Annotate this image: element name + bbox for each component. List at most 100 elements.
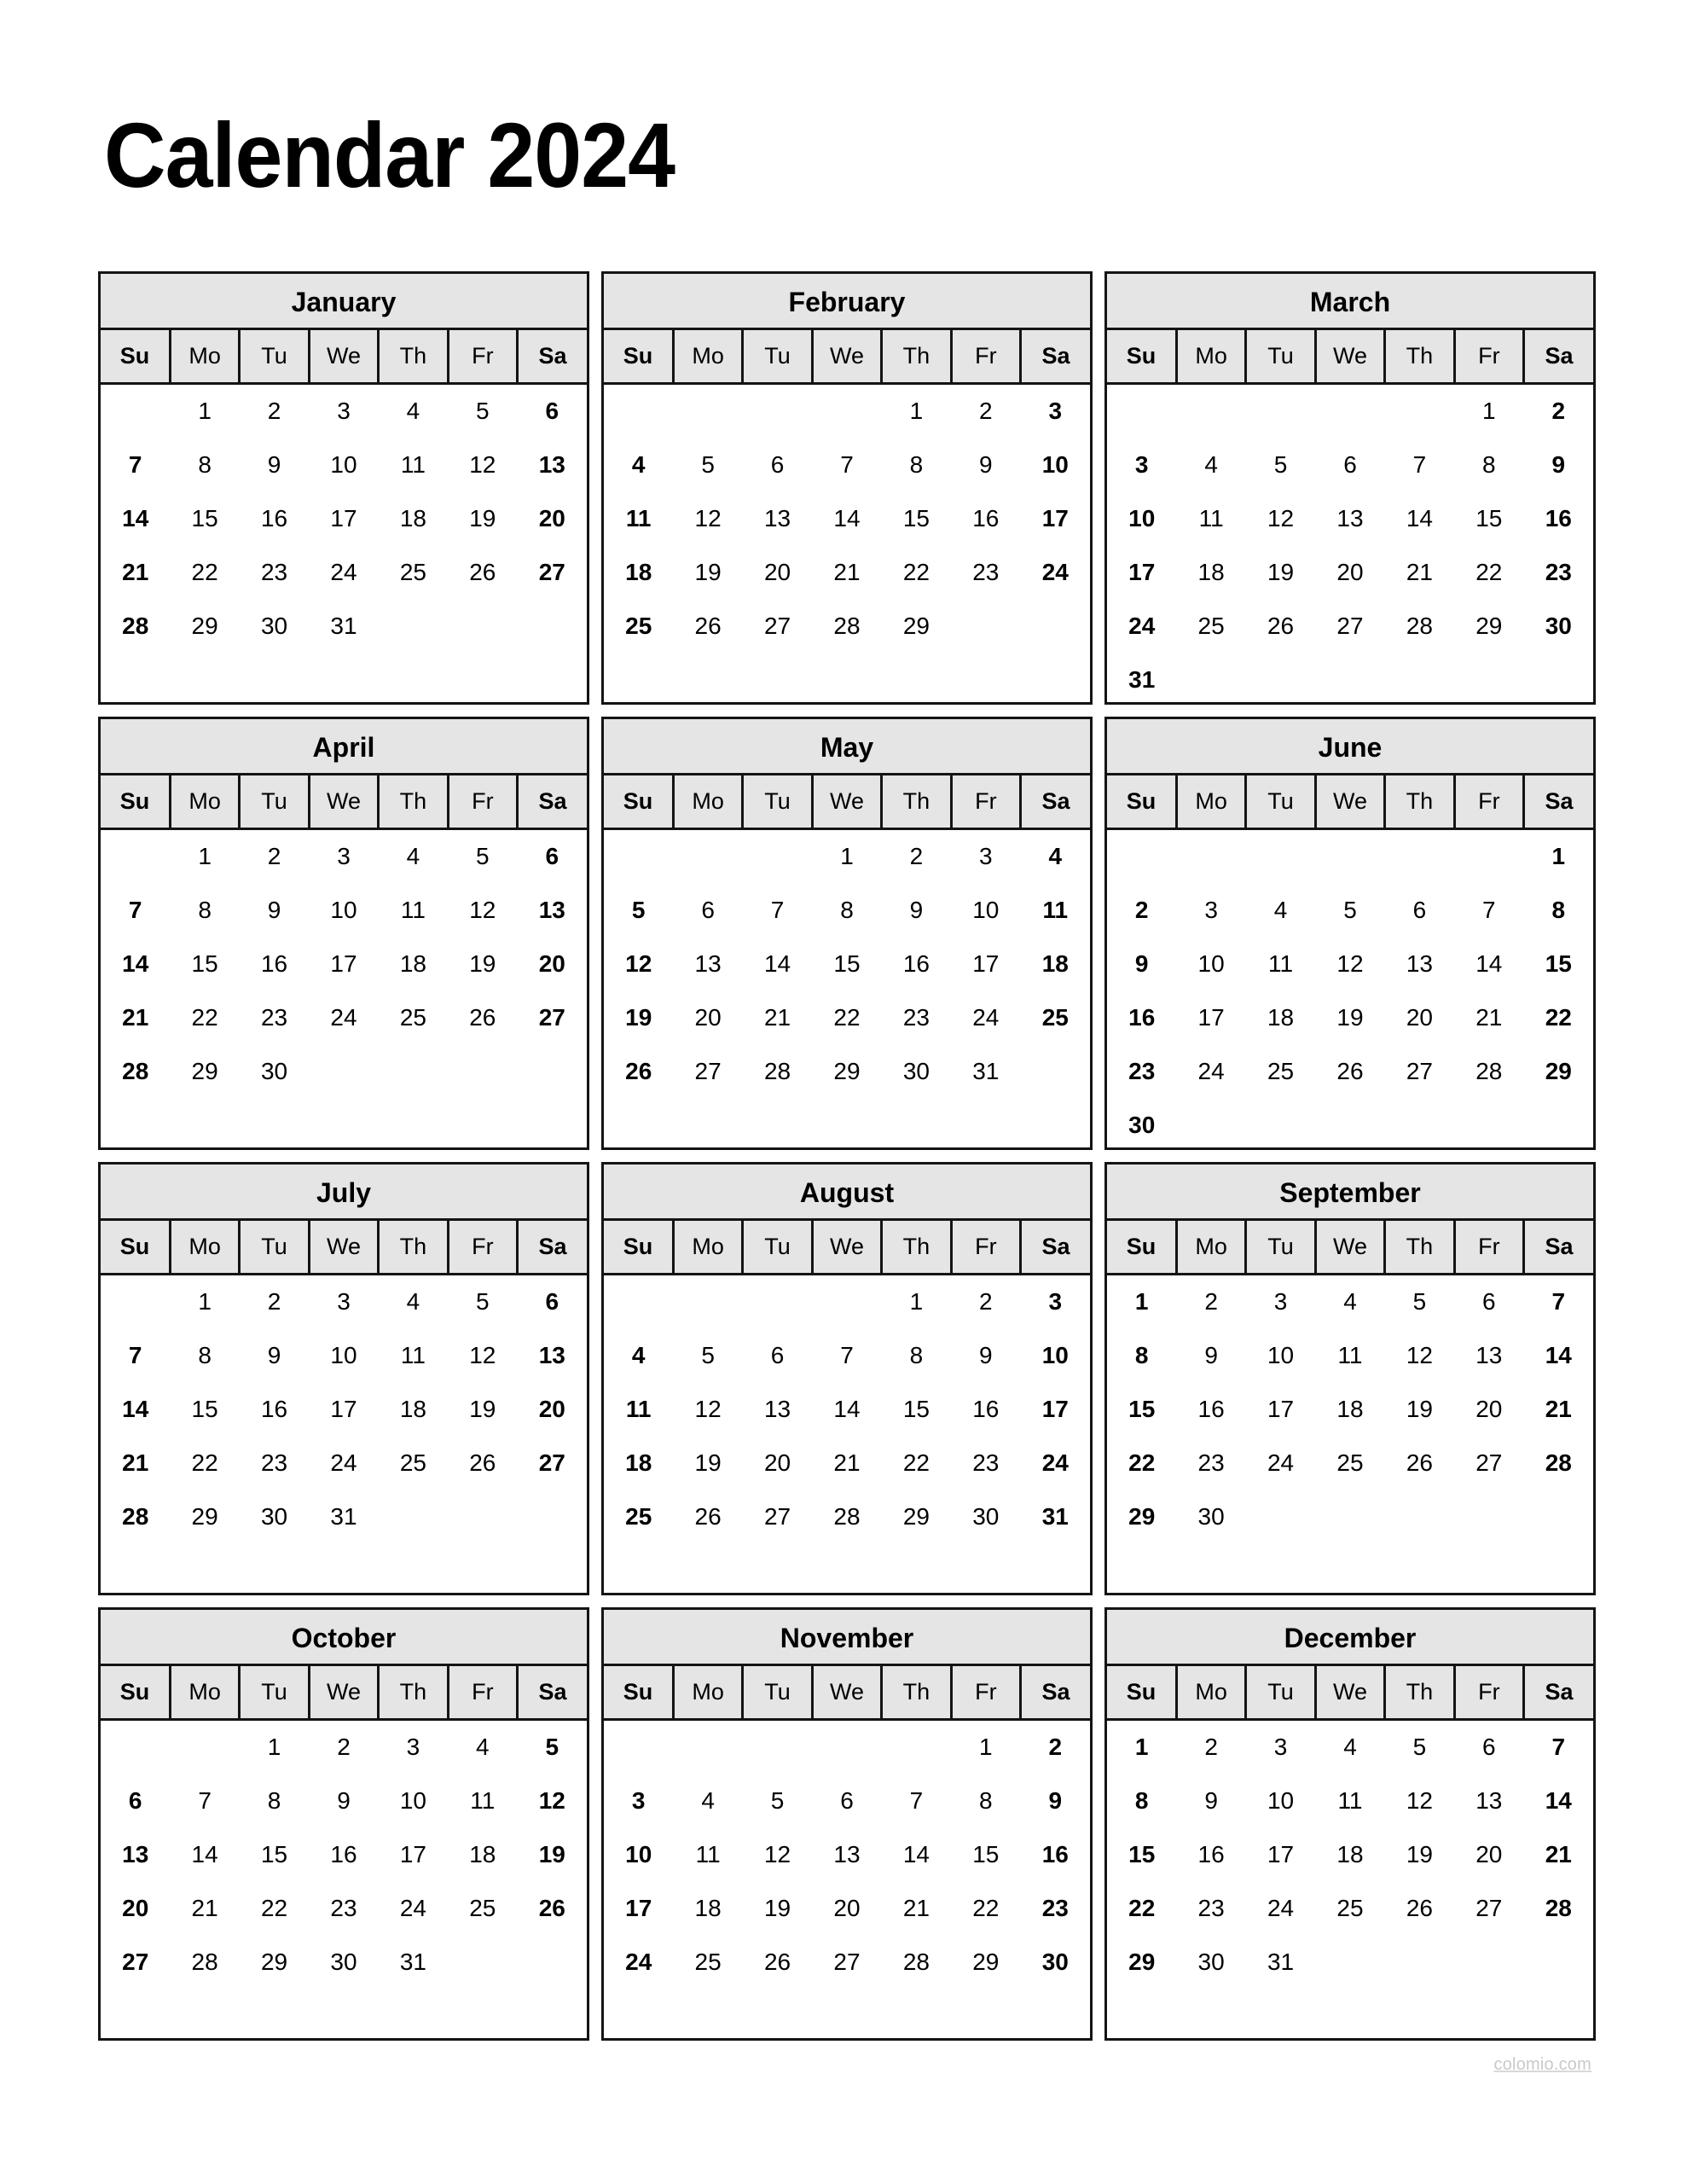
day-cell[interactable]: 4 xyxy=(1315,1719,1384,1774)
day-cell[interactable]: 5 xyxy=(518,1719,587,1774)
day-cell[interactable]: 17 xyxy=(951,938,1020,991)
day-cell[interactable]: 11 xyxy=(604,492,673,546)
day-cell[interactable]: 17 xyxy=(309,492,378,546)
day-cell[interactable]: 10 xyxy=(309,884,378,938)
day-cell[interactable]: 2 xyxy=(951,1274,1020,1329)
day-cell[interactable]: 12 xyxy=(743,1828,812,1882)
day-cell[interactable]: 3 xyxy=(1246,1274,1315,1329)
day-cell[interactable]: 11 xyxy=(1246,938,1315,991)
day-cell[interactable]: 11 xyxy=(379,1329,448,1383)
day-cell[interactable]: 28 xyxy=(1524,1437,1593,1490)
day-cell[interactable]: 21 xyxy=(1524,1383,1593,1437)
day-cell[interactable]: 28 xyxy=(101,1045,170,1099)
day-cell[interactable]: 8 xyxy=(170,439,239,492)
day-cell[interactable]: 6 xyxy=(673,884,742,938)
day-cell[interactable]: 7 xyxy=(1524,1719,1593,1774)
day-cell[interactable]: 21 xyxy=(812,1437,881,1490)
day-cell[interactable]: 19 xyxy=(1385,1383,1454,1437)
day-cell[interactable]: 23 xyxy=(1524,546,1593,600)
day-cell[interactable]: 12 xyxy=(518,1774,587,1828)
day-cell[interactable]: 29 xyxy=(1107,1936,1176,1989)
day-cell[interactable]: 4 xyxy=(379,828,448,884)
day-cell[interactable]: 22 xyxy=(170,1437,239,1490)
day-cell[interactable]: 10 xyxy=(309,439,378,492)
day-cell[interactable]: 8 xyxy=(170,884,239,938)
day-cell[interactable]: 5 xyxy=(448,828,517,884)
day-cell[interactable]: 6 xyxy=(518,828,587,884)
day-cell[interactable]: 21 xyxy=(101,1437,170,1490)
day-cell[interactable]: 14 xyxy=(170,1828,239,1882)
day-cell[interactable]: 30 xyxy=(1176,1936,1245,1989)
day-cell[interactable]: 12 xyxy=(673,492,742,546)
day-cell[interactable]: 29 xyxy=(170,600,239,653)
day-cell[interactable]: 18 xyxy=(1176,546,1245,600)
day-cell[interactable]: 16 xyxy=(1107,991,1176,1045)
day-cell[interactable]: 1 xyxy=(882,1274,951,1329)
day-cell[interactable]: 13 xyxy=(518,1329,587,1383)
day-cell[interactable]: 14 xyxy=(743,938,812,991)
day-cell[interactable]: 18 xyxy=(1021,938,1090,991)
day-cell[interactable]: 26 xyxy=(604,1045,673,1099)
day-cell[interactable]: 24 xyxy=(604,1936,673,1989)
day-cell[interactable]: 12 xyxy=(448,884,517,938)
day-cell[interactable]: 30 xyxy=(240,1490,309,1544)
day-cell[interactable]: 27 xyxy=(673,1045,742,1099)
day-cell[interactable]: 3 xyxy=(1021,383,1090,439)
day-cell[interactable]: 17 xyxy=(1107,546,1176,600)
day-cell[interactable]: 31 xyxy=(1107,653,1176,707)
day-cell[interactable]: 5 xyxy=(1246,439,1315,492)
day-cell[interactable]: 26 xyxy=(1246,600,1315,653)
day-cell[interactable]: 12 xyxy=(1385,1774,1454,1828)
day-cell[interactable]: 18 xyxy=(1315,1383,1384,1437)
day-cell[interactable]: 10 xyxy=(309,1329,378,1383)
day-cell[interactable]: 28 xyxy=(101,600,170,653)
day-cell[interactable]: 1 xyxy=(170,383,239,439)
day-cell[interactable]: 16 xyxy=(882,938,951,991)
day-cell[interactable]: 15 xyxy=(240,1828,309,1882)
day-cell[interactable]: 19 xyxy=(673,1437,742,1490)
day-cell[interactable]: 2 xyxy=(951,383,1020,439)
day-cell[interactable]: 30 xyxy=(1176,1490,1245,1544)
day-cell[interactable]: 8 xyxy=(812,884,881,938)
day-cell[interactable]: 26 xyxy=(518,1882,587,1936)
day-cell[interactable]: 23 xyxy=(1021,1882,1090,1936)
day-cell[interactable]: 20 xyxy=(518,492,587,546)
day-cell[interactable]: 9 xyxy=(240,1329,309,1383)
day-cell[interactable]: 26 xyxy=(743,1936,812,1989)
day-cell[interactable]: 25 xyxy=(379,546,448,600)
day-cell[interactable]: 20 xyxy=(1454,1383,1523,1437)
day-cell[interactable]: 3 xyxy=(379,1719,448,1774)
day-cell[interactable]: 25 xyxy=(604,1490,673,1544)
day-cell[interactable]: 18 xyxy=(1315,1828,1384,1882)
day-cell[interactable]: 12 xyxy=(1385,1329,1454,1383)
day-cell[interactable]: 21 xyxy=(101,991,170,1045)
day-cell[interactable]: 15 xyxy=(170,1383,239,1437)
day-cell[interactable]: 28 xyxy=(882,1936,951,1989)
day-cell[interactable]: 27 xyxy=(518,1437,587,1490)
day-cell[interactable]: 31 xyxy=(1246,1936,1315,1989)
day-cell[interactable]: 7 xyxy=(101,884,170,938)
day-cell[interactable]: 24 xyxy=(1021,1437,1090,1490)
day-cell[interactable]: 8 xyxy=(1454,439,1523,492)
day-cell[interactable]: 4 xyxy=(379,1274,448,1329)
day-cell[interactable]: 4 xyxy=(1246,884,1315,938)
day-cell[interactable]: 14 xyxy=(101,1383,170,1437)
day-cell[interactable]: 7 xyxy=(101,1329,170,1383)
day-cell[interactable]: 13 xyxy=(1454,1774,1523,1828)
day-cell[interactable]: 1 xyxy=(812,828,881,884)
day-cell[interactable]: 14 xyxy=(1524,1774,1593,1828)
day-cell[interactable]: 2 xyxy=(240,1274,309,1329)
day-cell[interactable]: 13 xyxy=(673,938,742,991)
day-cell[interactable]: 10 xyxy=(1246,1774,1315,1828)
day-cell[interactable]: 24 xyxy=(379,1882,448,1936)
day-cell[interactable]: 25 xyxy=(1176,600,1245,653)
day-cell[interactable]: 5 xyxy=(673,439,742,492)
day-cell[interactable]: 8 xyxy=(1107,1774,1176,1828)
day-cell[interactable]: 2 xyxy=(240,383,309,439)
day-cell[interactable]: 24 xyxy=(1107,600,1176,653)
day-cell[interactable]: 2 xyxy=(882,828,951,884)
day-cell[interactable]: 17 xyxy=(604,1882,673,1936)
day-cell[interactable]: 2 xyxy=(1107,884,1176,938)
day-cell[interactable]: 7 xyxy=(812,1329,881,1383)
day-cell[interactable]: 8 xyxy=(951,1774,1020,1828)
